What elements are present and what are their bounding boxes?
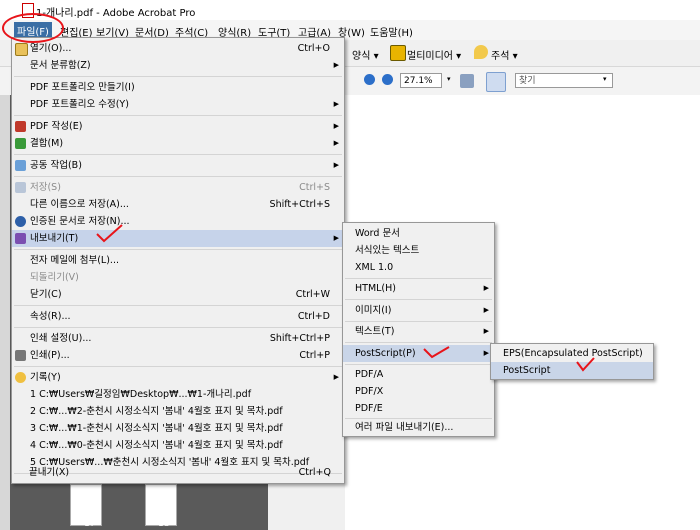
export-multiple-files[interactable]: 여러 파일 내보내기(E)... [343, 419, 494, 436]
zoom-input[interactable]: 27.1% [400, 73, 442, 88]
export-xml[interactable]: XML 1.0 [343, 259, 494, 276]
export-text[interactable]: 텍스트(T) ▶ [343, 323, 494, 340]
save-icon [15, 182, 26, 193]
recent-file-item[interactable]: 3 C:₩...₩1-춘천시 시정소식지 '봄내' 4월호 표지 및 목차.pd… [12, 420, 344, 437]
file-menu: 열기(O)... Ctrl+O 문서 분류함(Z) ▶ PDF 포트폴리오 만들기(… [11, 37, 345, 484]
multimedia-button[interactable]: 멀티미디어 ▾ [407, 47, 461, 62]
menu-item-properties[interactable]: 속성(R)... Ctrl+D [12, 308, 344, 325]
postscript-submenu: EPS(Encapsulated PostScript) PostScript [490, 343, 654, 380]
submenu-arrow-icon: ▶ [333, 234, 339, 242]
submenu-arrow-icon: ▶ [333, 61, 339, 69]
history-clock-icon [15, 372, 26, 383]
submenu-arrow-icon: ▶ [333, 139, 339, 147]
find-input[interactable]: 찾기 [515, 73, 613, 88]
comment-button[interactable]: 주석 ▾ [491, 47, 518, 62]
export-pdfe[interactable]: PDF/E [343, 400, 494, 417]
export-html[interactable]: HTML(H) ▶ [343, 280, 494, 297]
export-pdfx[interactable]: PDF/X [343, 383, 494, 400]
submenu-arrow-icon: ▶ [333, 100, 339, 108]
submenu-arrow-icon: ▶ [483, 349, 489, 357]
thumbnail-number: 17 [84, 519, 96, 529]
export-image[interactable]: 이미지(I) ▶ [343, 302, 494, 319]
combine-icon [15, 138, 26, 149]
menu-item-close[interactable]: 닫기(C) Ctrl+W [12, 286, 344, 303]
submenu-arrow-icon: ▶ [333, 373, 339, 381]
menu-separator [14, 249, 342, 250]
collaborate-icon [15, 160, 26, 171]
menu-item-portfolio-edit[interactable]: PDF 포트폴리오 수정(Y) ▶ [12, 96, 344, 113]
export-icon [15, 233, 26, 244]
menu-separator [14, 305, 342, 306]
comment-icon [474, 45, 488, 59]
folder-icon [15, 43, 28, 56]
menu-separator [345, 299, 492, 300]
menu-item-history[interactable]: 기록(Y) ▶ [12, 369, 344, 386]
menu-separator [14, 327, 342, 328]
menu-item-revert[interactable]: 되돌리기(V) [12, 269, 344, 286]
title-bar: 1-개나리.pdf - Adobe Acrobat Pro [0, 0, 700, 20]
zoom-in-icon[interactable] [382, 74, 393, 85]
thumbnail-number: 18 [158, 519, 170, 529]
printer-icon [15, 350, 26, 361]
menu-item-collaborate[interactable]: 공동 작업(B) ▶ [12, 157, 344, 174]
menu-separator [345, 364, 492, 365]
zoom-dropdown-icon[interactable]: ▾ [447, 75, 451, 83]
menu-item-portfolio-create[interactable]: PDF 포트폴리오 만들기(I) [12, 79, 344, 96]
navigation-panel [0, 95, 10, 530]
menu-item-organizer[interactable]: 문서 분류함(Z) ▶ [12, 57, 344, 74]
pdf-file-icon [22, 3, 34, 18]
export-postscript[interactable]: PostScript(P) ▶ [343, 345, 494, 362]
fit-width-icon[interactable] [460, 74, 474, 88]
export-submenu: Word 문서 서식있는 텍스트 XML 1.0 HTML(H) ▶ 이미지(I)… [342, 222, 495, 437]
export-word[interactable]: Word 문서 [343, 225, 494, 242]
recent-file-item[interactable]: 2 C:₩...₩2-춘천시 시정소식지 '봄내' 4월호 표지 및 목차.pd… [12, 403, 344, 420]
create-pdf-icon [15, 121, 26, 132]
export-pdfa[interactable]: PDF/A [343, 366, 494, 383]
menu-item-save[interactable]: 저장(S) Ctrl+S [12, 179, 344, 196]
menu-item-save-certified[interactable]: 인증된 문서로 저장(N)... [12, 213, 344, 230]
postscript-eps[interactable]: EPS(Encapsulated PostScript) [491, 345, 653, 362]
recent-file-item[interactable]: 4 C:₩...₩0-춘천시 시정소식지 '봄내' 4월호 표지 및 목차.pd… [12, 437, 344, 454]
submenu-arrow-icon: ▶ [333, 122, 339, 130]
fit-page-icon[interactable] [486, 72, 506, 92]
certified-ribbon-icon [15, 216, 26, 227]
window-title: 1-개나리.pdf - Adobe Acrobat Pro [36, 8, 196, 19]
recent-file-item[interactable]: 1 C:₩Users₩길정임₩Desktop₩...₩1-개나리.pdf [12, 386, 344, 403]
menu-separator [14, 176, 342, 177]
multimedia-icon [390, 45, 406, 61]
menu-item-export[interactable]: 내보내기(T) ▶ [12, 230, 344, 247]
menu-separator [345, 278, 492, 279]
menu-item-print-setup[interactable]: 인쇄 설정(U)... Shift+Ctrl+P [12, 330, 344, 347]
menu-item-print[interactable]: 인쇄(P)... Ctrl+P [12, 347, 344, 364]
menu-item-open[interactable]: 열기(O)... Ctrl+O [12, 40, 344, 57]
menu-item-combine[interactable]: 결합(M) ▶ [12, 135, 344, 152]
postscript-ps[interactable]: PostScript [491, 362, 653, 379]
menu-help[interactable]: 도움말(H) [370, 24, 413, 39]
menu-item-exit[interactable]: 끝내기(X) Ctrl+Q [11, 464, 345, 481]
forms-button[interactable]: 양식 ▾ [352, 47, 379, 62]
menu-separator [345, 321, 492, 322]
export-rtf[interactable]: 서식있는 텍스트 [343, 242, 494, 259]
submenu-arrow-icon: ▶ [333, 161, 339, 169]
menu-item-save-as[interactable]: 다른 이름으로 저장(A)... Shift+Ctrl+S [12, 196, 344, 213]
zoom-out-icon[interactable] [364, 74, 375, 85]
menu-separator [14, 154, 342, 155]
menu-item-attach-email[interactable]: 전자 메일에 첨부(L)... [12, 252, 344, 269]
menu-item-create-pdf[interactable]: PDF 작성(E) ▶ [12, 118, 344, 135]
menu-separator [345, 342, 492, 343]
submenu-arrow-icon: ▶ [483, 327, 489, 335]
submenu-arrow-icon: ▶ [483, 284, 489, 292]
find-dropdown-icon[interactable]: ▾ [603, 75, 607, 83]
menu-separator [14, 366, 342, 367]
submenu-arrow-icon: ▶ [483, 306, 489, 314]
menu-separator [14, 76, 342, 77]
menu-separator [14, 115, 342, 116]
